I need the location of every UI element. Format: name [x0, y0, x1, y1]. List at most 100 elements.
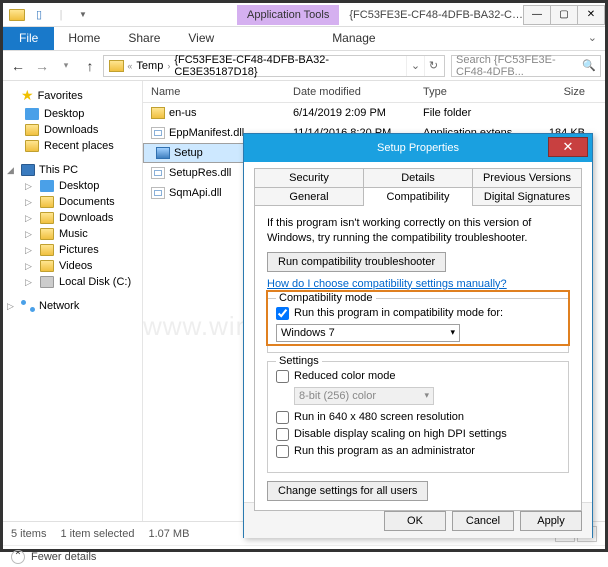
tab-view[interactable]: View	[174, 27, 228, 50]
nav-back-button[interactable]: ←	[7, 55, 29, 77]
file-tab[interactable]: File	[3, 27, 54, 50]
file-name: Setup	[174, 147, 203, 159]
compat-mode-checkbox[interactable]: Run this program in compatibility mode f…	[276, 307, 560, 320]
col-name[interactable]: Name	[143, 86, 293, 98]
divider: |	[51, 6, 71, 24]
sidebar-item-desktop[interactable]: Desktop	[3, 106, 142, 122]
file-icon	[156, 147, 170, 159]
reduced-color-checkbox[interactable]: Reduced color mode	[276, 370, 560, 383]
tab-home[interactable]: Home	[54, 27, 114, 50]
tab-digital-signatures[interactable]: Digital Signatures	[473, 187, 582, 206]
sidebar-item-downloads[interactable]: ▷Downloads	[3, 210, 142, 226]
file-name: SqmApi.dll	[169, 187, 222, 199]
search-input[interactable]: Search {FC53FE3E-CF48-4DFB... 🔍	[451, 55, 601, 77]
col-date[interactable]: Date modified	[293, 86, 423, 98]
tab-details[interactable]: Details	[364, 168, 473, 187]
folder-icon	[40, 212, 54, 224]
folder-icon	[40, 196, 54, 208]
checkbox-input[interactable]	[276, 307, 289, 320]
sidebar-item-videos[interactable]: ▷Videos	[3, 258, 142, 274]
tab-previous-versions[interactable]: Previous Versions	[473, 168, 582, 187]
sidebar-item-recent[interactable]: Recent places	[3, 138, 142, 154]
sidebar-thispc[interactable]: ◢This PC	[3, 162, 142, 178]
quick-access-icon[interactable]: ▯	[29, 6, 49, 24]
dropdown-icon[interactable]: ▼	[73, 6, 93, 24]
file-icon	[151, 107, 165, 119]
ok-button[interactable]: OK	[384, 511, 446, 531]
dialog-close-button[interactable]: ✕	[548, 137, 588, 157]
cancel-button[interactable]: Cancel	[452, 511, 514, 531]
minimize-button[interactable]: —	[523, 5, 551, 25]
file-row[interactable]: en-us6/14/2019 2:09 PMFile folder	[143, 103, 605, 123]
nav-up-button[interactable]: ↑	[79, 55, 101, 77]
properties-dialog: Setup Properties ✕ Security Details Prev…	[243, 133, 593, 538]
tab-manage[interactable]: Manage	[318, 27, 389, 50]
folder-icon	[40, 228, 54, 240]
ribbon: File Home Share View Manage ⌄	[3, 27, 605, 51]
file-name: EppManifest.dll	[169, 127, 244, 139]
col-size[interactable]: Size	[533, 86, 593, 98]
compat-mode-select[interactable]: Windows 7 ▾	[276, 324, 460, 342]
tab-share[interactable]: Share	[114, 27, 174, 50]
close-button[interactable]: ✕	[577, 5, 605, 25]
star-icon: ★	[21, 87, 34, 104]
breadcrumb-segment[interactable]: Temp	[132, 60, 167, 72]
folder-icon	[40, 244, 54, 256]
fewer-details-row[interactable]: ⌃ Fewer details	[3, 545, 605, 567]
breadcrumb-segment[interactable]: {FC53FE3E-CF48-4DFB-BA32-CE3E35187D18}	[170, 54, 406, 78]
sidebar-item-documents[interactable]: ▷Documents	[3, 194, 142, 210]
folder-icon	[7, 6, 27, 24]
compat-help-link[interactable]: How do I choose compatibility settings m…	[267, 278, 507, 290]
folder-icon	[25, 124, 39, 136]
status-count: 5 items	[11, 528, 46, 540]
sidebar-favorites[interactable]: ★Favorites	[3, 85, 142, 106]
expand-icon[interactable]: ◢	[7, 165, 17, 176]
tab-security[interactable]: Security	[254, 168, 364, 187]
navigation-pane: ★Favorites Desktop Downloads Recent plac…	[3, 81, 143, 521]
refresh-icon[interactable]: ↻	[424, 56, 442, 76]
status-size: 1.07 MB	[148, 528, 189, 540]
tab-panel-compatibility: If this program isn't working correctly …	[254, 205, 582, 511]
nav-forward-button[interactable]: →	[31, 55, 53, 77]
sidebar-item-music[interactable]: ▷Music	[3, 226, 142, 242]
run-troubleshooter-button[interactable]: Run compatibility troubleshooter	[267, 252, 446, 272]
nav-history-dropdown[interactable]: ▾	[55, 55, 77, 77]
disk-icon	[40, 276, 54, 288]
file-icon	[151, 187, 165, 199]
dropdown-icon: ▾	[424, 390, 429, 401]
pc-icon	[21, 164, 35, 176]
disable-dpi-checkbox[interactable]: Disable display scaling on high DPI sett…	[276, 428, 560, 441]
desktop-icon	[40, 180, 54, 192]
search-placeholder: Search {FC53FE3E-CF48-4DFB...	[456, 54, 582, 78]
file-name: SetupRes.dll	[169, 167, 231, 179]
tab-compatibility[interactable]: Compatibility	[364, 187, 473, 206]
tab-general[interactable]: General	[254, 187, 364, 206]
status-selection: 1 item selected	[60, 528, 134, 540]
sidebar-item-localdisk[interactable]: ▷Local Disk (C:)	[3, 274, 142, 290]
sidebar-item-downloads[interactable]: Downloads	[3, 122, 142, 138]
ribbon-toggle-icon[interactable]: ⌄	[580, 27, 605, 50]
apply-button[interactable]: Apply	[520, 511, 582, 531]
compat-help-text: If this program isn't working correctly …	[267, 216, 569, 246]
file-icon	[151, 167, 165, 179]
sidebar-item-pictures[interactable]: ▷Pictures	[3, 242, 142, 258]
context-tab-label: Application Tools	[237, 5, 339, 25]
maximize-button[interactable]: ▢	[550, 5, 578, 25]
address-bar[interactable]: « Temp › {FC53FE3E-CF48-4DFB-BA32-CE3E35…	[103, 55, 445, 77]
dropdown-icon: ▾	[450, 327, 455, 338]
group-label: Settings	[276, 355, 322, 367]
settings-group: Settings Reduced color mode 8-bit (256) …	[267, 361, 569, 473]
address-dropdown-icon[interactable]: ⌄	[406, 56, 424, 76]
column-headers: Name Date modified Type Size	[143, 81, 605, 103]
network-icon	[21, 300, 35, 312]
sidebar-network[interactable]: ▷Network	[3, 298, 142, 314]
change-all-users-button[interactable]: Change settings for all users	[267, 481, 428, 501]
desktop-icon	[25, 108, 39, 120]
dialog-title: Setup Properties	[377, 142, 459, 154]
run-admin-checkbox[interactable]: Run this program as an administrator	[276, 445, 560, 458]
col-type[interactable]: Type	[423, 86, 533, 98]
search-icon: 🔍	[582, 59, 596, 72]
dialog-titlebar[interactable]: Setup Properties ✕	[244, 134, 592, 162]
run-640-checkbox[interactable]: Run in 640 x 480 screen resolution	[276, 411, 560, 424]
sidebar-item-desktop[interactable]: ▷Desktop	[3, 178, 142, 194]
